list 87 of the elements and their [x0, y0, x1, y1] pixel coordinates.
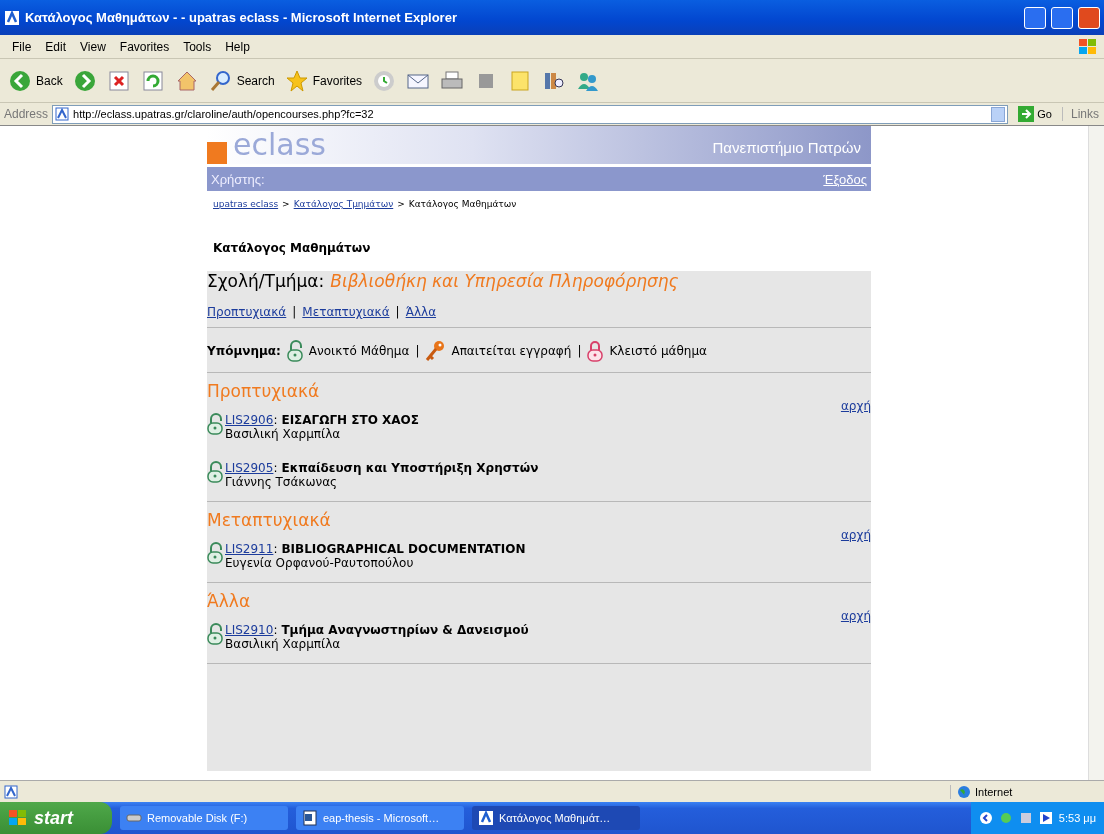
teacher-name: Ευγενία Ορφανού-Ραυτοπούλου [225, 556, 415, 570]
clock-icon [372, 68, 397, 93]
teacher-name: Βασιλική Χαρμπίλα [225, 427, 342, 441]
level-link[interactable]: Προπτυχιακά [207, 305, 287, 319]
course-title: Τμήμα Αναγνωστηρίων & Δανεισμού [281, 623, 529, 637]
page-icon [4, 784, 18, 799]
globe-icon [957, 784, 971, 799]
dropdown-button[interactable] [991, 106, 1006, 122]
key-icon [425, 340, 446, 362]
open-lock-icon [286, 340, 303, 362]
top-link[interactable]: αρχή [840, 528, 871, 542]
university-name: Πανεπιστήμιο Πατρών [712, 139, 862, 158]
department-label: Σχολή/Τμήμα: [207, 271, 325, 291]
window-title: Κατάλογος Μαθημάτων - - upatras eclass - Microsoft Internet Explorer [25, 10, 458, 25]
taskbar-button[interactable]: eap-thesis - Microsoft… [296, 806, 464, 830]
clock: 5:53 μμ [1058, 812, 1096, 824]
level-link[interactable]: Άλλα [405, 305, 437, 319]
browser-icon [478, 810, 494, 826]
section-title: Άλλα [207, 591, 252, 611]
menu-item[interactable]: View [74, 37, 112, 56]
breadcrumb-separator: > [397, 199, 405, 209]
document-icon [302, 810, 318, 826]
zone-label: Internet [975, 785, 1013, 798]
stop-icon [106, 68, 131, 93]
menu-item[interactable]: File [6, 37, 38, 56]
start-button[interactable]: start [0, 802, 112, 834]
colon: : [273, 623, 278, 637]
arrow-icon [1018, 106, 1035, 122]
logo-text: eclass [233, 126, 326, 164]
menu-item[interactable]: Edit [39, 37, 73, 56]
star-icon [284, 68, 309, 93]
taskbar-button[interactable]: Κατάλογος Μαθημάτ… [472, 806, 640, 830]
breadcrumb-link[interactable]: Κατάλογος Τμημάτων [293, 199, 394, 209]
colon: : [273, 542, 278, 556]
legend-text: Απαιτείται εγγραφή [451, 344, 572, 358]
page-icon [55, 107, 70, 121]
section-title: Προπτυχιακά [207, 381, 321, 401]
teacher-name: Γιάννης Τσάκωνας [225, 475, 339, 489]
page-heading: Κατάλογος Μαθημάτων [213, 241, 372, 255]
user-label: Χρήστης: [211, 171, 265, 187]
separator: | [415, 344, 420, 358]
back-button[interactable]: Back [6, 66, 65, 95]
colon: : [273, 461, 278, 475]
search-icon [208, 68, 233, 93]
legend-text: Ανοικτό Μάθημα [308, 344, 410, 358]
network-icon [1018, 811, 1033, 825]
breadcrumb-current: Κατάλογος Μαθημάτων [408, 199, 517, 209]
teacher-name: Βασιλική Χαρμπίλα [225, 637, 342, 651]
minimize-button[interactable] [1024, 6, 1046, 29]
menu-item[interactable]: Favorites [113, 37, 176, 56]
maximize-button[interactable] [1051, 6, 1073, 29]
close-button[interactable] [1078, 6, 1100, 29]
breadcrumb-link[interactable]: upatras eclass [213, 199, 279, 209]
course-title: Εκπαίδευση και Υποστήριξη Χρηστών [281, 461, 539, 475]
level-link[interactable]: Μεταπτυχιακά [302, 305, 390, 319]
breadcrumb-separator: > [282, 199, 290, 209]
go-button[interactable]: Go [1012, 106, 1058, 122]
logo-square [207, 142, 227, 164]
separator: | [395, 305, 400, 319]
legend-text: Κλειστό μάθημα [609, 344, 707, 358]
search-button[interactable]: Search [206, 66, 277, 95]
menu-item[interactable]: Help [219, 37, 256, 56]
chevron-icon [978, 811, 993, 825]
play-icon [1038, 811, 1053, 825]
top-link[interactable]: αρχή [840, 609, 871, 623]
tray-icon [998, 811, 1013, 825]
colon: : [273, 413, 278, 427]
separator: | [577, 344, 582, 358]
menu-item[interactable]: Tools [177, 37, 218, 56]
taskbar-button[interactable]: Removable Disk (F:) [120, 806, 288, 830]
links-button[interactable]: Links [1062, 107, 1100, 121]
top-link[interactable]: αρχή [840, 399, 871, 413]
course-title: ΕΙΣΑΓΩΓΗ ΣΤΟ ΧΑΟΣ [281, 413, 419, 427]
windows-flag-icon [8, 809, 28, 827]
course-title: BIBLIOGRAPHICAL DOCUMENTATION [281, 542, 526, 556]
address-field[interactable]: http://eclass.upatras.gr/claroline/auth/opencourses.php?fc=32 [52, 104, 1009, 124]
favorites-button[interactable]: Favorites [282, 66, 365, 95]
department-name: Βιβλιοθήκη και Υπηρεσία Πληροφόρησης [330, 271, 679, 291]
scrollbar[interactable] [1088, 126, 1104, 780]
windows-flag-icon [1078, 37, 1098, 56]
section-title: Μεταπτυχιακά [207, 510, 332, 530]
browser-icon [4, 9, 20, 26]
address-label: Address [4, 107, 49, 121]
legend-label: Υπόμνημα: [207, 344, 281, 358]
closed-lock-icon [587, 340, 604, 362]
separator: | [292, 305, 297, 319]
refresh-icon [140, 68, 165, 93]
